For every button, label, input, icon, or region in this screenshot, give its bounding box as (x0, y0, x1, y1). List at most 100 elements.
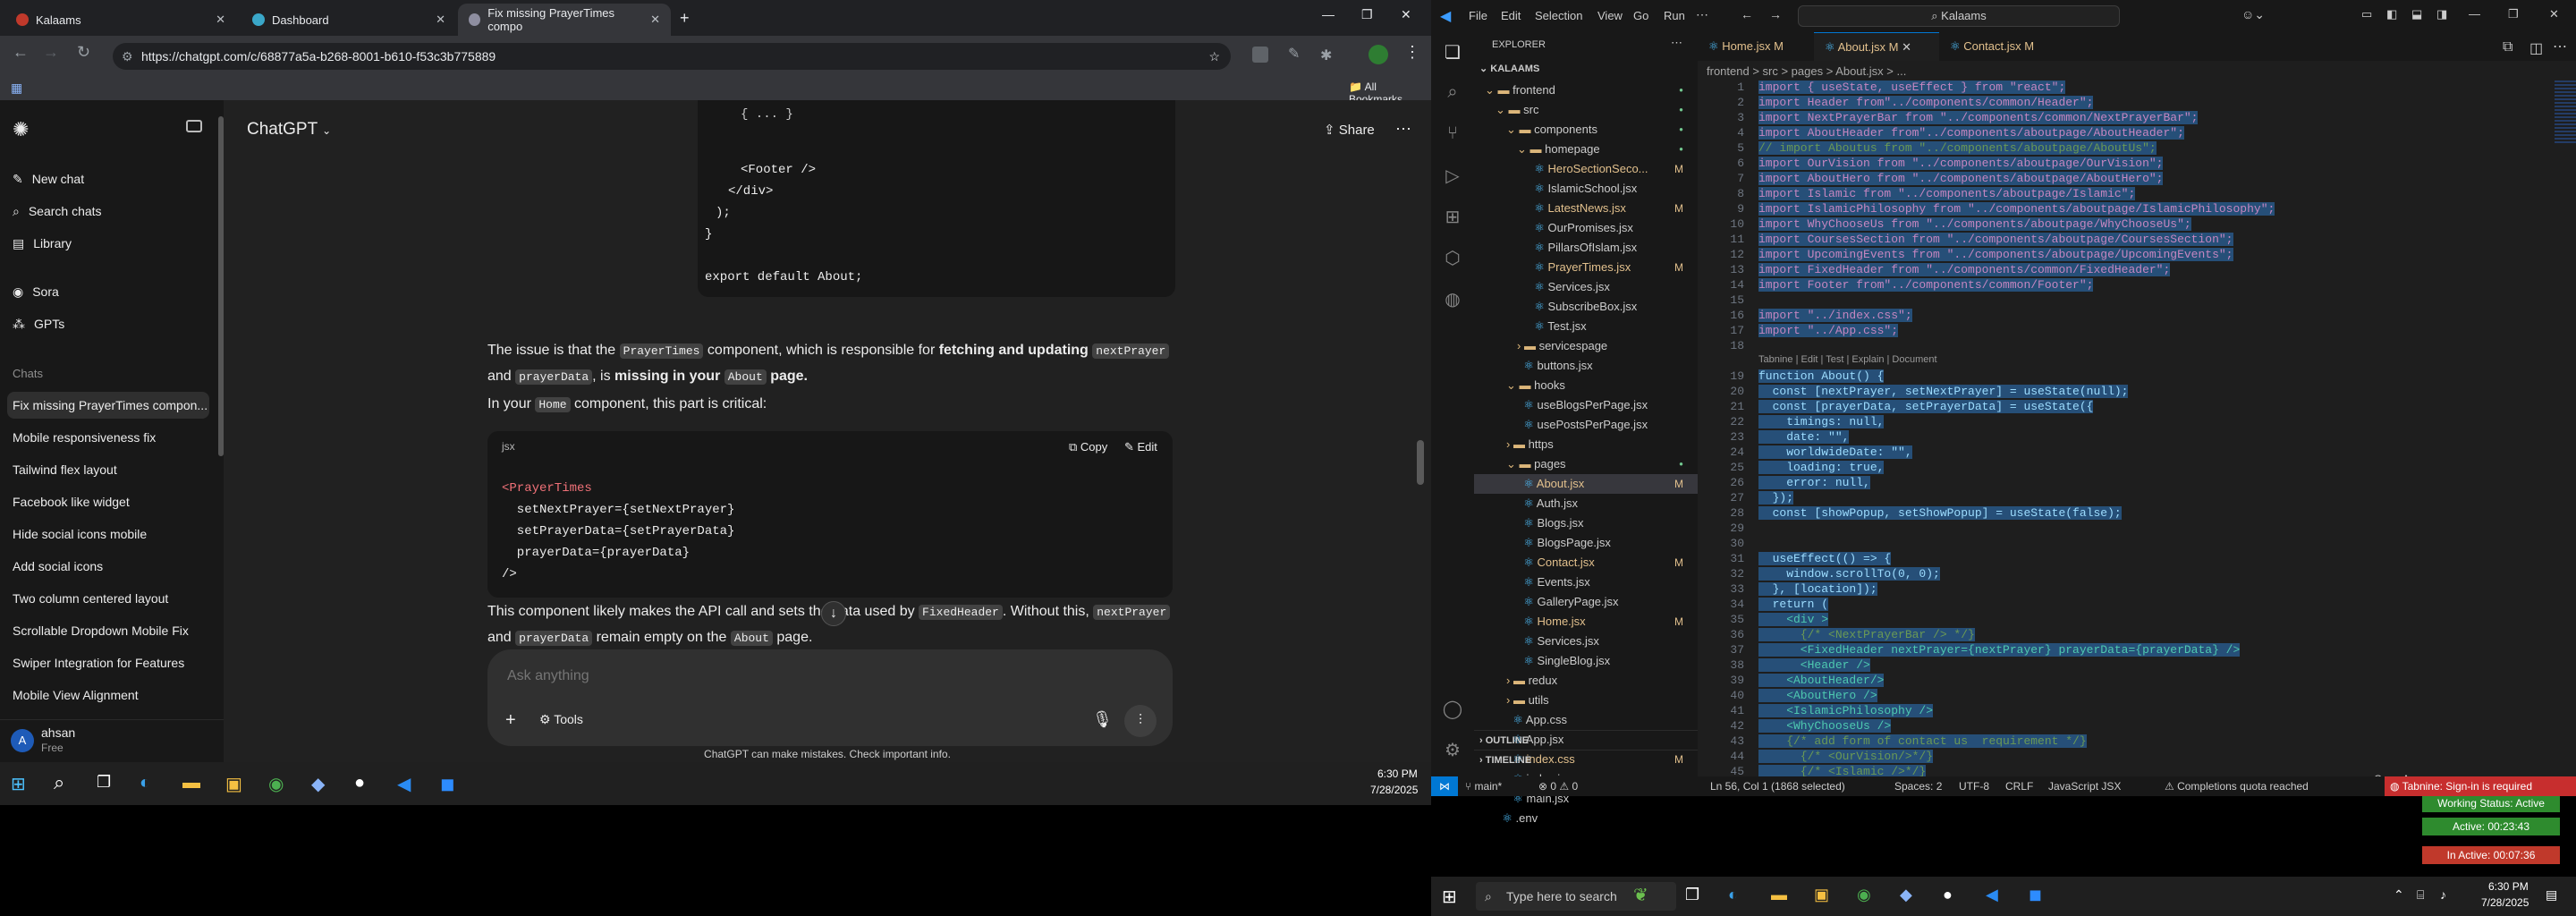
file-explorer-icon[interactable]: ▬ (182, 773, 200, 793)
windows-start-icon[interactable]: ⊞ (11, 773, 26, 795)
workspace-root[interactable]: ⌄ KALAAMS (1479, 63, 1539, 74)
url-input[interactable]: ⚙ https://chatgpt.com/c/68877a5a-b268-80… (113, 43, 1231, 70)
branch-status[interactable]: ⑂ main* (1465, 776, 1502, 796)
close-window-icon[interactable]: ✕ (1401, 7, 1411, 22)
maximize-icon[interactable]: ❐ (2508, 7, 2519, 21)
toggle-sidebar-icon[interactable]: ◧ (2386, 7, 2397, 21)
layout-icon[interactable]: ▭ (2361, 7, 2372, 21)
tree-item[interactable]: ⚛ GalleryPage.jsx (1474, 592, 1698, 612)
menu-view[interactable]: View (1597, 9, 1623, 22)
apps-grid-icon[interactable]: ▦ (11, 81, 22, 96)
nav-forward-icon[interactable]: → (1769, 7, 1782, 21)
copilot-icon[interactable]: ☺⌄ (2241, 7, 2265, 22)
tree-item[interactable]: ⚛ SingleBlog.jsx (1474, 651, 1698, 671)
tabnine-icon[interactable]: ◍ (1442, 288, 1463, 310)
chat-item[interactable]: Hide social icons mobile (13, 521, 215, 547)
chrome-icon[interactable]: ◉ (268, 773, 284, 795)
tree-item[interactable]: › ▬ servicespage (1474, 336, 1698, 356)
tree-item[interactable]: ⚛ Blogs.jsx (1474, 513, 1698, 533)
tree-item[interactable]: ⌄ ▬ pages ● (1474, 454, 1698, 474)
gpts-button[interactable]: ⁂ GPTs (13, 311, 64, 336)
breadcrumb[interactable]: frontend > src > pages > About.jsx > ... (1707, 64, 1906, 78)
tree-item[interactable]: › ▬ utils (1474, 691, 1698, 710)
tree-item[interactable]: ⚛ App.css (1474, 710, 1698, 730)
code-line[interactable]: import UpcomingEvents from "../component… (1758, 248, 2233, 261)
code-line[interactable]: const [nextPrayer, setNextPrayer] = useS… (1758, 385, 2129, 398)
code-line[interactable]: loading: true, (1758, 461, 1885, 474)
tree-item[interactable]: ⚛ IslamicSchool.jsx (1474, 179, 1698, 199)
task-view-icon[interactable]: ❐ (97, 773, 111, 792)
tools-button[interactable]: ⚙ Tools (539, 712, 583, 727)
command-center-search[interactable]: ⌕ Kalaams (1798, 5, 2120, 27)
tree-item[interactable]: ⚛ LatestNews.jsx M (1474, 199, 1698, 218)
code-line[interactable]: import CoursesSection from "../component… (1758, 233, 2233, 246)
code-line[interactable]: <AboutHeader/> (1758, 674, 1885, 687)
code-line[interactable]: import OurVision from "../components/abo… (1758, 157, 2164, 170)
chat-item[interactable]: Tailwind flex layout (13, 456, 215, 483)
tab-home-jsx[interactable]: ⚛ Home.jsx M (1698, 32, 1814, 61)
more-options-icon[interactable]: ⋯ (1395, 120, 1411, 139)
close-tab-icon[interactable]: ✕ (436, 13, 445, 27)
editor-more-icon[interactable]: ⋯ (2553, 38, 2567, 55)
store-icon[interactable]: ▣ (1814, 886, 1829, 904)
site-info-icon[interactable]: ⚙ (122, 43, 133, 70)
menu-file[interactable]: File (1469, 9, 1487, 22)
code-line[interactable]: }); (1758, 491, 1794, 505)
code-line[interactable]: import FixedHeader from "../components/c… (1758, 263, 2171, 276)
sora-button[interactable]: ◉ Sora (13, 279, 59, 304)
forward-icon[interactable]: → (43, 43, 59, 62)
remote-icon[interactable]: ⬡ (1442, 247, 1463, 268)
code-line[interactable]: window.scrollTo(0, 0); (1758, 567, 1940, 581)
split-editor-icon[interactable]: ⧉ (2503, 39, 2512, 55)
chat-item[interactable]: Two column centered layout (13, 585, 215, 612)
tree-item[interactable]: ⚛ About.jsx M (1474, 474, 1698, 494)
tree-item[interactable]: ⚛ BlogsPage.jsx (1474, 533, 1698, 553)
code-line[interactable]: <FixedHeader nextPrayer={nextPrayer} pra… (1758, 643, 2241, 657)
tab-chatgpt[interactable]: Fix missing PrayerTimes compo ✕ (458, 4, 671, 36)
task-view-icon[interactable]: ❐ (1685, 886, 1699, 904)
menu-selection[interactable]: Selection (1535, 9, 1582, 22)
code-line[interactable]: import Islamic from "../components/about… (1758, 187, 2136, 200)
code-line[interactable]: import AboutHeader from"../components/ab… (1758, 126, 2184, 140)
code-line[interactable]: function About() { (1758, 369, 1885, 383)
code-line[interactable]: import AboutHero from "../components/abo… (1758, 172, 2164, 185)
explorer-icon[interactable]: ❏ (1442, 41, 1463, 63)
user-profile[interactable]: A ahsan Free (0, 719, 224, 762)
tree-item[interactable]: › ▬ redux (1474, 671, 1698, 691)
code-line[interactable]: <div > (1758, 613, 1829, 626)
close-tab-icon[interactable]: ✕ (1902, 40, 1911, 54)
sidebar-toggle-icon[interactable] (186, 120, 202, 132)
nav-back-icon[interactable]: ← (1741, 7, 1753, 21)
tree-item[interactable]: ⌄ ▬ frontend ● (1474, 81, 1698, 100)
code-line[interactable]: import { useState, useEffect } from "rea… (1758, 81, 2066, 94)
tree-item[interactable]: ⚛ Test.jsx (1474, 317, 1698, 336)
explorer-more-icon[interactable]: ⋯ (1671, 36, 1682, 50)
vscode-icon[interactable]: ◀ (1986, 886, 1998, 904)
settings-gear-icon[interactable]: ⚙ (1442, 739, 1463, 760)
code-line[interactable]: timings: null, (1758, 415, 1885, 428)
toggle-secondary-icon[interactable]: ◨ (2436, 7, 2447, 21)
minimize-icon[interactable]: — (2469, 7, 2480, 21)
tree-item[interactable]: ⚛ SubscribeBox.jsx (1474, 297, 1698, 317)
reload-icon[interactable]: ↻ (77, 43, 90, 62)
chat-scrollbar[interactable] (1417, 440, 1424, 485)
chat-item[interactable]: Add social icons (13, 553, 215, 580)
tabnine-status[interactable]: ◍ Tabnine: Sign-in is required (2385, 776, 2576, 796)
code-line[interactable]: const [prayerData, setPrayerData] = useS… (1758, 400, 2094, 413)
code-line[interactable]: import WhyChooseUs from "../components/a… (1758, 217, 2191, 231)
more-menu-icon[interactable]: ⋯ (1696, 7, 1708, 22)
code-line[interactable]: date: "", (1758, 430, 1850, 444)
menu-edit[interactable]: Edit (1501, 9, 1521, 22)
attach-plus-icon[interactable]: + (505, 710, 516, 731)
voice-mode-icon[interactable]: ⫶ (1124, 705, 1157, 737)
code-line[interactable]: import IslamicPhilosophy from "../compon… (1758, 202, 2275, 216)
menu-go[interactable]: Go (1633, 9, 1648, 22)
extension-icon[interactable] (1252, 47, 1268, 63)
model-selector[interactable]: ChatGPT ⌄ (247, 120, 331, 140)
source-control-icon[interactable]: ⑂ (1442, 123, 1463, 145)
chat-item[interactable]: Mobile View Alignment (13, 682, 215, 708)
back-icon[interactable]: ← (13, 43, 29, 62)
edge-icon[interactable]: ◐ (1728, 886, 1738, 904)
chat-item[interactable]: Fix missing PrayerTimes compon... (7, 392, 209, 419)
tree-item[interactable]: ⚛ Home.jsx M (1474, 612, 1698, 632)
